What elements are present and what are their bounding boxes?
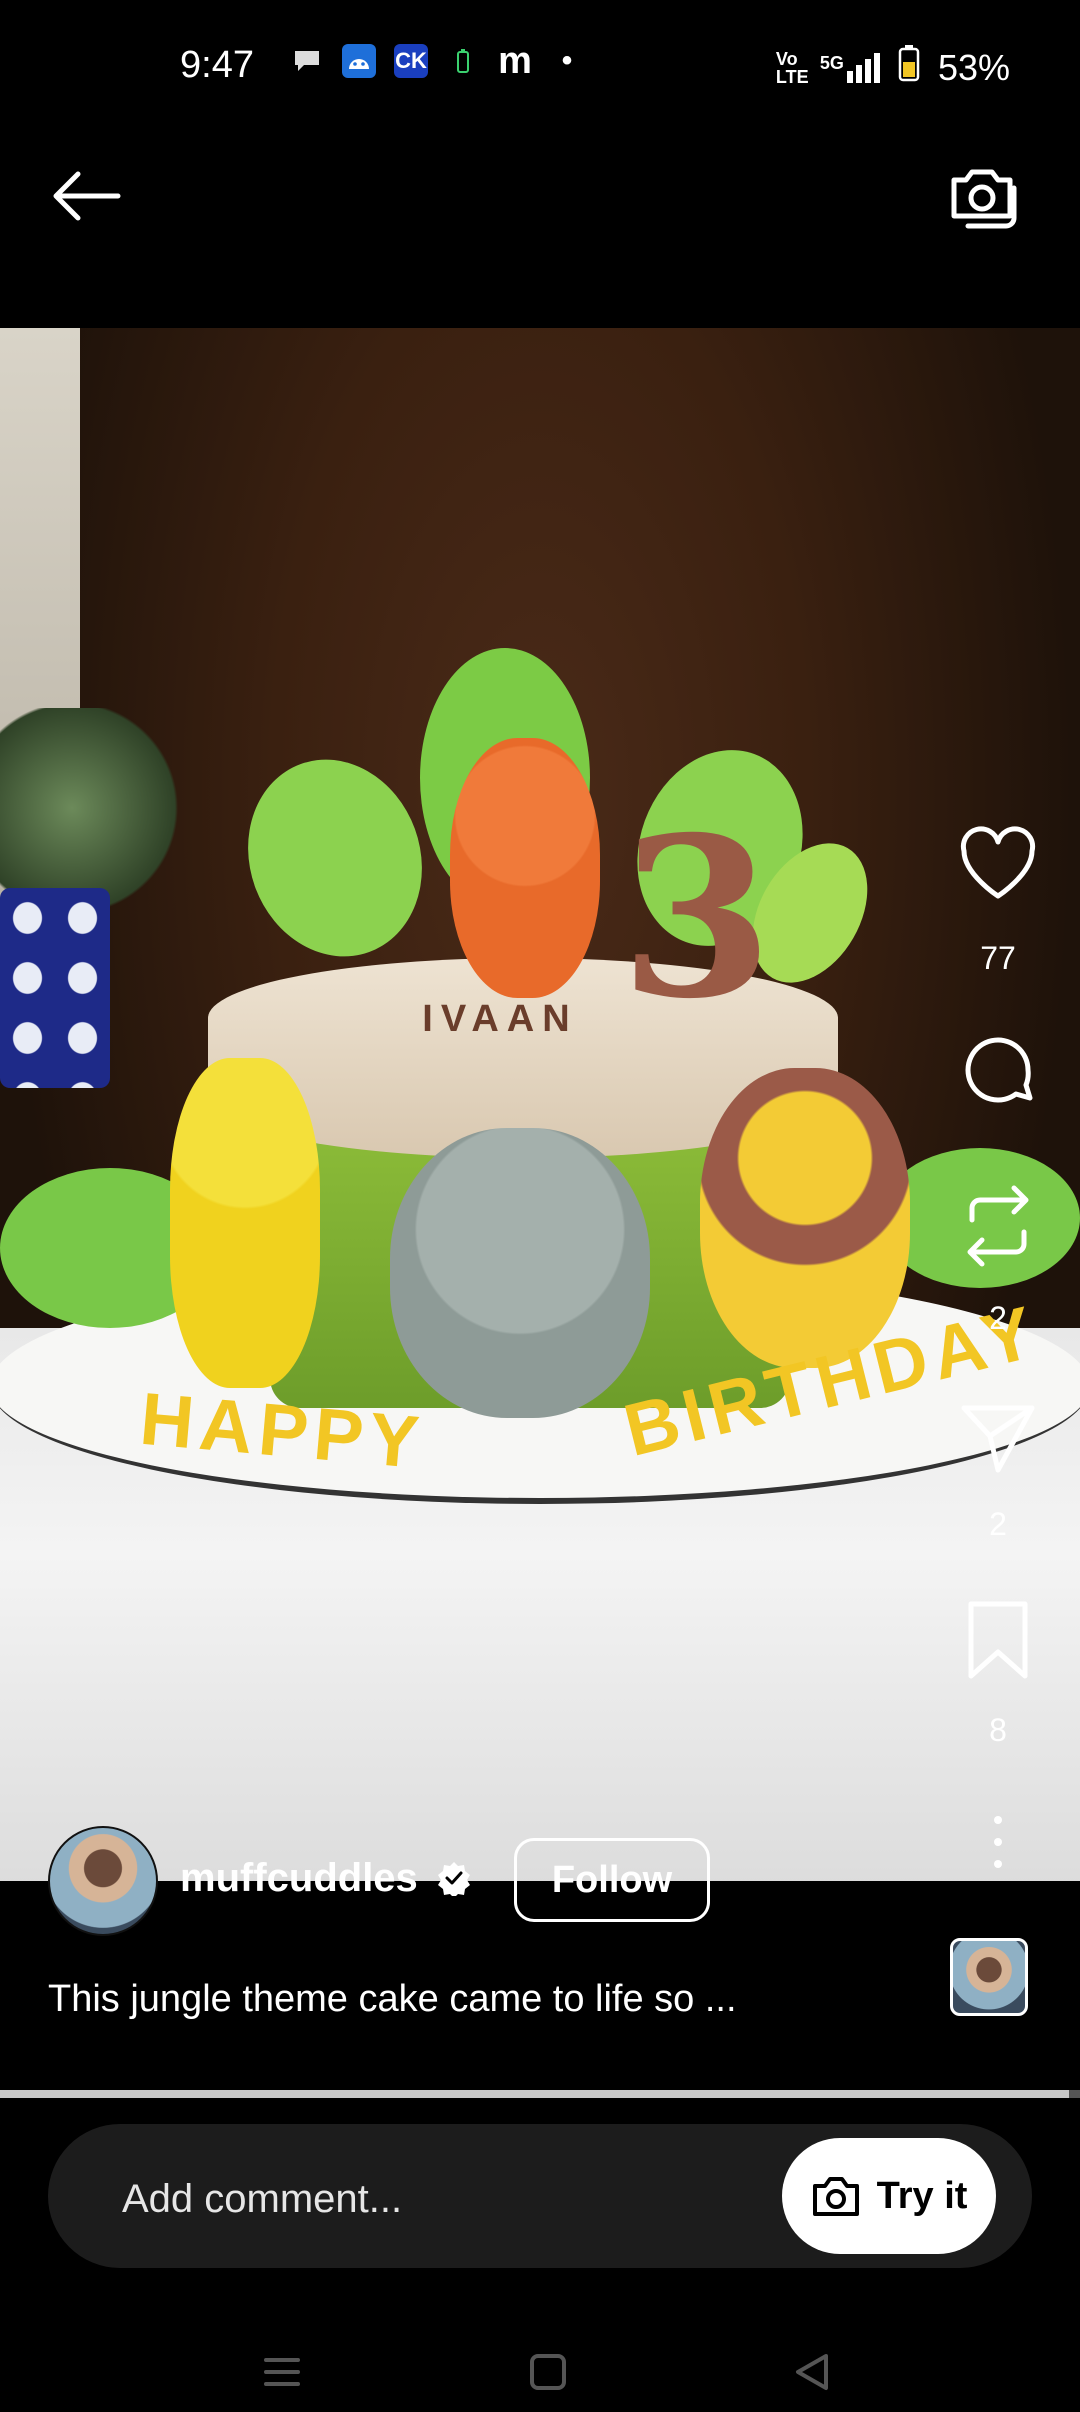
- ck-notification-icon: CK: [394, 44, 428, 78]
- audio-thumbnail[interactable]: [950, 1938, 1028, 2016]
- repost-icon: [967, 1185, 1029, 1267]
- share-count: 2: [989, 1506, 1007, 1542]
- verified-badge-icon: [436, 1860, 472, 1898]
- try-it-label: Try it: [876, 2174, 968, 2217]
- battery-percent: 53%: [937, 46, 1010, 88]
- camera-icon: [812, 2177, 859, 2216]
- volte-indicator: Vo LTE: [775, 48, 809, 87]
- comment-bubble-icon: [965, 1037, 1033, 1103]
- m-notification-icon: m: [498, 39, 532, 82]
- home-button[interactable]: [528, 2352, 568, 2397]
- bookmark-icon: [968, 1601, 1028, 1679]
- video-progress-fill: [0, 2090, 1070, 2098]
- more-options-button[interactable]: [938, 1812, 1058, 1877]
- home-square-icon: [530, 2354, 566, 2390]
- background-plant: [0, 708, 180, 908]
- battery-saver-icon: [446, 44, 480, 78]
- back-button[interactable]: [792, 2352, 832, 2397]
- background-pot: [0, 888, 110, 1088]
- like-count: 77: [980, 940, 1016, 976]
- tiger-figure: [450, 738, 600, 998]
- chat-notification-icon: [290, 44, 324, 78]
- repost-count: 2: [989, 1300, 1007, 1336]
- author-avatar[interactable]: [48, 1826, 158, 1936]
- giraffe-figure: [170, 1058, 320, 1388]
- ck-badge-text: CK: [395, 48, 427, 73]
- follow-button[interactable]: Follow: [514, 1838, 710, 1922]
- comment-input[interactable]: [120, 2176, 724, 2223]
- battery-icon: [898, 44, 920, 91]
- post-caption[interactable]: This jungle theme cake came to life so .…: [48, 1978, 737, 2021]
- notification-icons: CK m •: [290, 39, 584, 82]
- repost-button[interactable]: [938, 1182, 1058, 1277]
- more-vertical-icon: [994, 1816, 1002, 1868]
- back-arrow-icon[interactable]: [46, 166, 126, 226]
- send-icon: [961, 1405, 1035, 1473]
- lion-figure: [700, 1068, 910, 1368]
- menu-lines-icon: [264, 2358, 300, 2386]
- recent-apps-button[interactable]: [262, 2352, 302, 2397]
- comment-button[interactable]: [938, 1030, 1058, 1115]
- system-status: Vo LTE 5G 53%: [776, 44, 1010, 91]
- system-navigation-bar: [0, 2300, 1080, 2412]
- cake-name-text: IVAAN: [422, 998, 578, 1040]
- status-time: 9:47: [180, 44, 254, 86]
- back-triangle-icon: [796, 2354, 828, 2390]
- elephant-figure: [390, 1128, 650, 1418]
- share-button[interactable]: [938, 1398, 1058, 1483]
- heart-icon: [960, 826, 1036, 899]
- fondant-leaf: [220, 734, 450, 982]
- save-count: 8: [989, 1712, 1007, 1748]
- android-notification-icon: [342, 44, 376, 78]
- network-type: 5G: [819, 52, 844, 73]
- save-button[interactable]: [938, 1600, 1058, 1685]
- camera-icon[interactable]: [944, 158, 1020, 234]
- status-bar: 9:47 CK m • Vo LTE 5G 53%: [0, 0, 1080, 140]
- post-media[interactable]: 3 IVAAN HAPPY BIRTHDAY: [0, 328, 1080, 1881]
- try-it-button[interactable]: Try it: [782, 2138, 996, 2254]
- signal-icon: 5G: [819, 52, 880, 83]
- like-button[interactable]: [938, 826, 1058, 907]
- more-notifications-dot: •: [561, 44, 573, 77]
- author-username[interactable]: muffcuddles: [180, 1856, 418, 1901]
